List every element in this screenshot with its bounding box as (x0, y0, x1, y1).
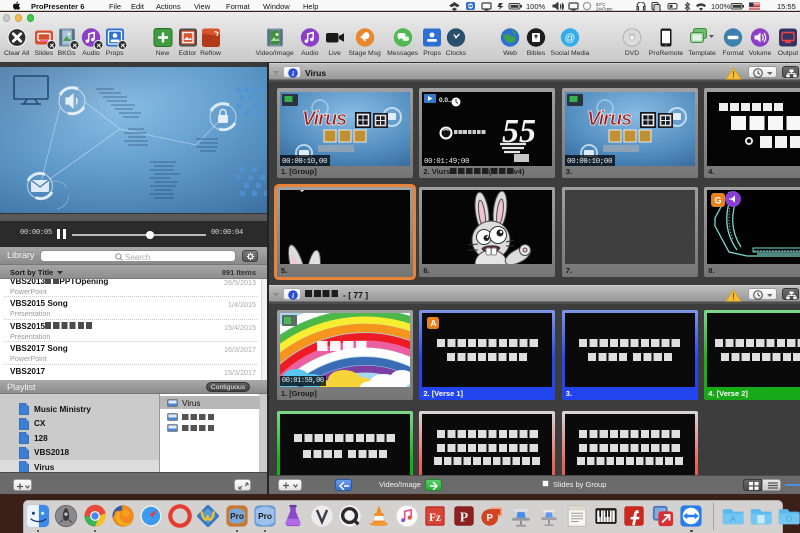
svg-text:G: G (715, 196, 722, 206)
svg-text:00:00:10;00: 00:00:10;00 (567, 158, 613, 166)
svg-text:!: ! (732, 291, 735, 301)
svg-text:Pro: Pro (258, 511, 272, 521)
svg-text:100%: 100% (711, 2, 731, 11)
svg-text:00:00:10,00: 00:00:10,00 (282, 158, 328, 166)
svg-text:Virus: Virus (302, 108, 347, 130)
svg-text:Fz: Fz (429, 512, 441, 524)
svg-text:100%: 100% (526, 2, 546, 11)
svg-text:P: P (487, 513, 494, 524)
svg-text:0.0...: 0.0... (439, 97, 454, 104)
svg-text:O: O (786, 514, 793, 524)
svg-text:00:01:49;00: 00:01:49;00 (424, 158, 470, 166)
svg-text:Virus: Virus (587, 108, 632, 130)
svg-text:Pro: Pro (230, 511, 244, 521)
svg-text:!: ! (732, 69, 735, 79)
svg-text:2447rpm: 2447rpm (596, 7, 613, 11)
svg-text:DVD: DVD (629, 33, 636, 37)
svg-text:@: @ (565, 32, 576, 44)
svg-text:P: P (459, 510, 468, 525)
svg-text:A: A (730, 514, 736, 524)
